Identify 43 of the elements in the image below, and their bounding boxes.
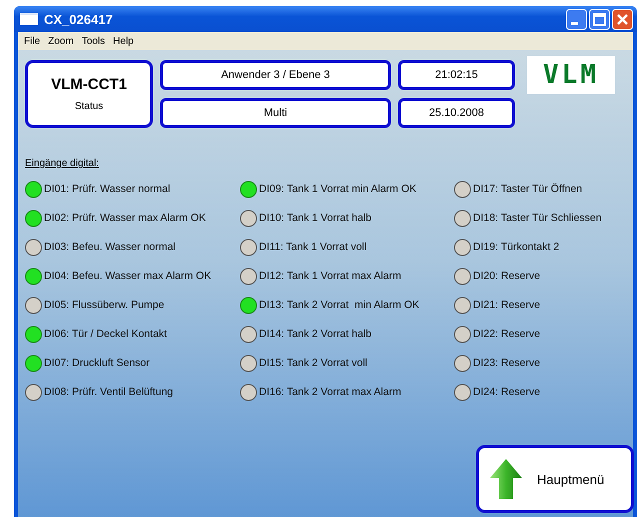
input-label: DI14: Tank 2 Vorrat halb: [259, 328, 372, 340]
input-label: DI07: Druckluft Sensor: [44, 357, 150, 369]
window-icon: [20, 13, 38, 25]
input-label: DI02: Prüfr. Wasser max Alarm OK: [44, 212, 206, 224]
menu-item[interactable]: Help: [109, 36, 138, 46]
menu-item[interactable]: Tools: [78, 36, 110, 46]
input-label: DI21: Reserve: [473, 299, 540, 311]
input-label: DI09: Tank 1 Vorrat min Alarm OK: [259, 183, 416, 195]
input-label: DI03: Befeu. Wasser normal: [44, 241, 176, 253]
status-label: Status: [74, 101, 104, 112]
maximize-icon[interactable]: [589, 8, 610, 30]
logo: VLM: [527, 56, 615, 94]
input-label: DI04: Befeu. Wasser max Alarm OK: [44, 270, 212, 282]
input-label: DI08: Prüfr. Ventil Belüftung: [44, 386, 173, 398]
section-title: Eingänge digital:: [25, 158, 99, 169]
time-field: 21:02:15: [398, 60, 515, 90]
input-label: DI20: Reserve: [473, 270, 540, 282]
input-label: DI16: Tank 2 Vorrat max Alarm: [259, 386, 402, 398]
input-label: DI10: Tank 1 Vorrat halb: [259, 212, 372, 224]
window-title: CX_026417: [44, 12, 114, 26]
close-icon[interactable]: [612, 8, 633, 30]
mode-field: Multi: [160, 98, 391, 128]
input-label: DI01: Prüfr. Wasser normal: [44, 183, 170, 195]
menu-item[interactable]: Zoom: [44, 36, 78, 46]
input-label: DI18: Taster Tür Schliessen: [473, 212, 602, 224]
main-menu-button[interactable]: Hauptmenü: [476, 445, 634, 513]
input-label: DI15: Tank 2 Vorrat voll: [259, 357, 368, 369]
input-label: DI06: Tür / Deckel Kontakt: [44, 328, 167, 340]
minimize-icon[interactable]: [566, 8, 587, 30]
date-field: 25.10.2008: [398, 98, 515, 128]
input-label: DI12: Tank 1 Vorrat max Alarm: [259, 270, 402, 282]
menu-item[interactable]: File: [20, 36, 44, 46]
input-label: DI22: Reserve: [473, 328, 540, 340]
input-label: DI13: Tank 2 Vorrat min Alarm OK: [259, 299, 420, 311]
device-name: VLM-CCT1: [51, 76, 127, 93]
input-label: DI19: Türkontakt 2: [473, 241, 560, 253]
input-label: DI05: Flussüberw. Pumpe: [44, 299, 164, 311]
user-field: Anwender 3 / Ebene 3: [160, 60, 391, 90]
input-label: DI23: Reserve: [473, 357, 540, 369]
input-label: DI11: Tank 1 Vorrat voll: [259, 241, 367, 253]
up-arrow-icon: [489, 458, 523, 500]
input-label: DI24: Reserve: [473, 386, 540, 398]
input-label: DI17: Taster Tür Öffnen: [473, 183, 582, 195]
